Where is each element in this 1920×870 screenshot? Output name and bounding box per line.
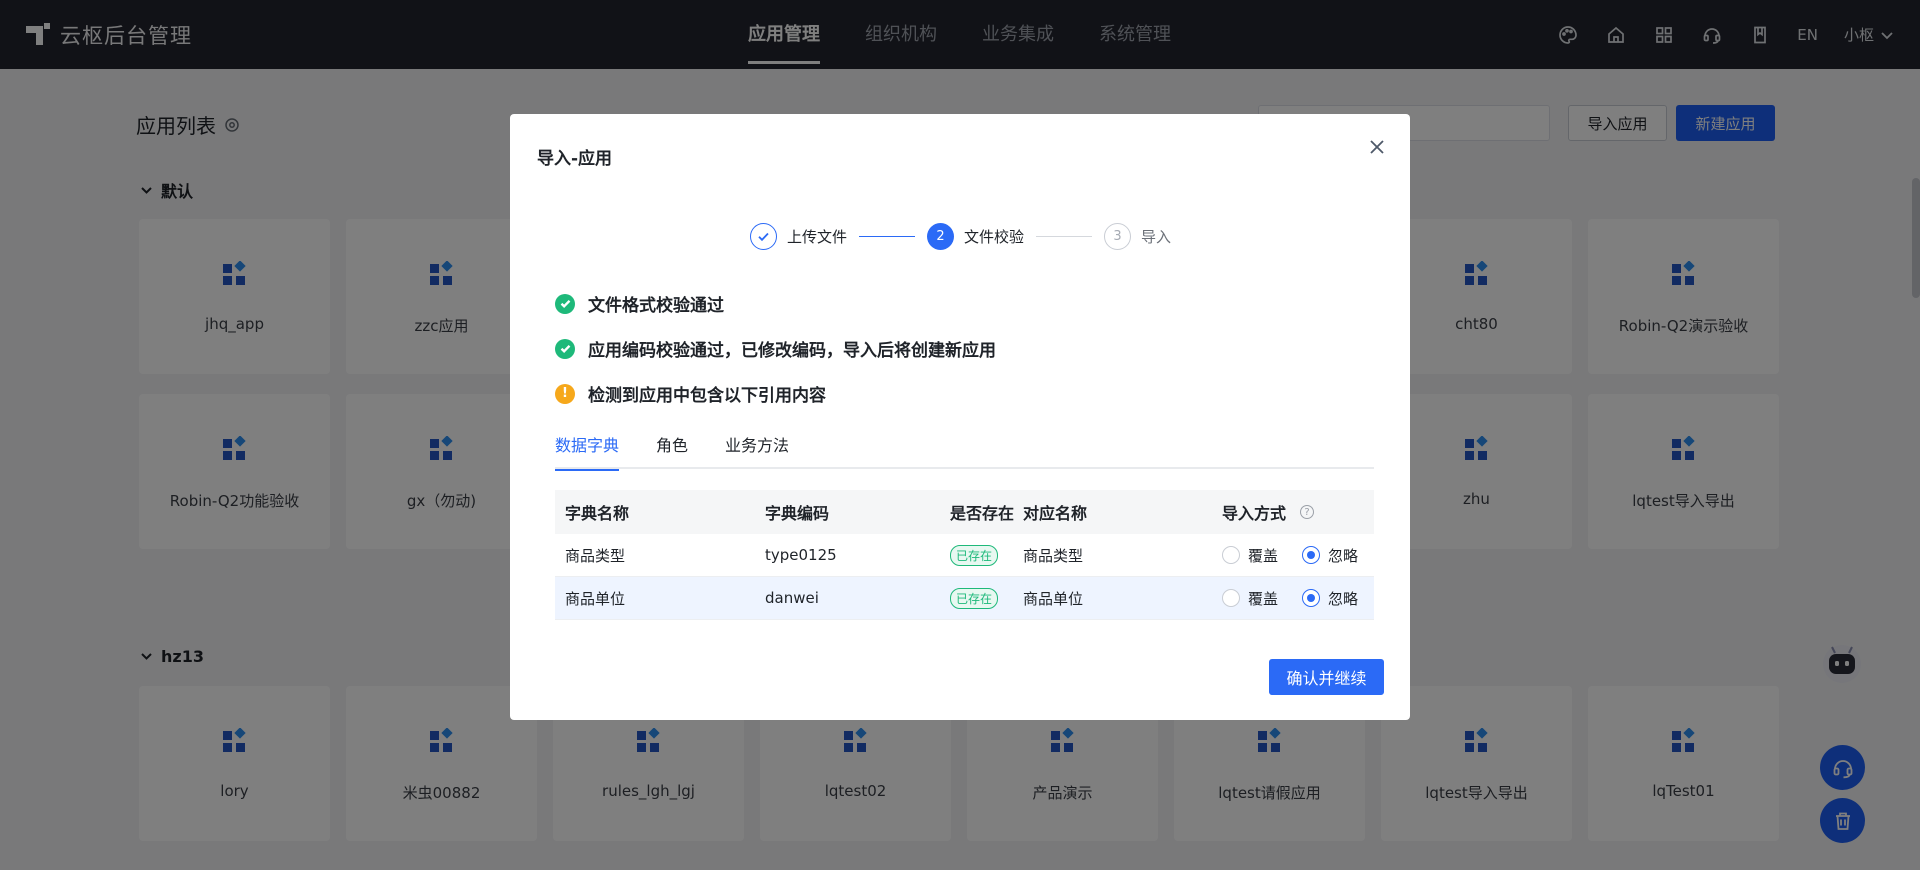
col-dict-name: 字典名称 [565, 504, 630, 523]
step-number: 3 [1104, 222, 1132, 250]
success-icon [555, 338, 575, 359]
check-text: 检测到应用中包含以下引用内容 [588, 386, 826, 406]
check-result-code: 应用编码校验通过，已修改编码，导入后将创建新应用 [555, 336, 996, 361]
reference-tabs: 数据字典 角色 业务方法 [555, 432, 1374, 471]
col-import-mode-label: 导入方式 [1222, 504, 1287, 523]
radio-label: 忽略 [1328, 546, 1359, 565]
dictionary-table: 字典名称 字典编码 是否存在 对应名称 导入方式? 商品类型 type0125 … [555, 490, 1374, 620]
tab-data-dictionary[interactable]: 数据字典 [555, 432, 620, 471]
cell-import-mode: 覆盖 忽略 [1222, 588, 1374, 609]
radio-overwrite[interactable]: 覆盖 [1222, 588, 1278, 609]
warning-icon: ! [555, 383, 575, 404]
radio-label: 覆盖 [1248, 589, 1279, 608]
step-label: 导入 [1141, 227, 1172, 246]
cell-mapped-name: 商品单位 [1023, 589, 1084, 608]
cell-import-mode: 覆盖 忽略 [1222, 545, 1374, 566]
radio-label: 覆盖 [1248, 546, 1279, 565]
check-result-format: 文件格式校验通过 [555, 291, 724, 316]
radio-ignore[interactable]: 忽略 [1302, 588, 1358, 609]
step-label: 文件校验 [964, 227, 1025, 246]
step-done-indicator [750, 222, 777, 250]
cell-dict-name: 商品类型 [565, 546, 626, 565]
step-verify: 2 文件校验 [927, 222, 1025, 250]
cell-dict-code: type0125 [765, 546, 837, 564]
check-result-references: ! 检测到应用中包含以下引用内容 [555, 381, 826, 406]
step-connector [1036, 235, 1093, 237]
tab-business-methods[interactable]: 业务方法 [725, 432, 789, 469]
step-label: 上传文件 [787, 227, 848, 246]
cell-exists: 已存在 [940, 587, 1020, 609]
status-badge: 已存在 [950, 587, 999, 609]
radio-circle [1302, 589, 1321, 607]
import-steps: 上传文件 2 文件校验 3 导入 [750, 222, 1171, 250]
cell-dict-code: danwei [765, 589, 819, 607]
cell-mapped-name: 商品类型 [1023, 546, 1084, 565]
status-badge: 已存在 [950, 544, 999, 566]
import-app-dialog: 导入-应用 上传文件 2 文件校验 3 导入 文件格式校验通过 应用编码校验通过… [510, 114, 1410, 720]
step-connector [859, 235, 916, 237]
table-row: 商品类型 type0125 已存在 商品类型 覆盖 忽略 [555, 534, 1374, 577]
check-icon [758, 232, 769, 241]
check-text: 应用编码校验通过，已修改编码，导入后将创建新应用 [588, 341, 996, 361]
dialog-title: 导入-应用 [537, 149, 613, 169]
confirm-continue-button[interactable]: 确认并继续 [1269, 659, 1384, 695]
close-button[interactable] [1366, 136, 1388, 158]
radio-circle [1302, 546, 1321, 564]
col-dict-code: 字典编码 [765, 504, 830, 523]
cell-dict-name: 商品单位 [565, 589, 626, 608]
radio-circle [1222, 546, 1240, 564]
col-mapped-name: 对应名称 [1023, 504, 1088, 523]
table-row: 商品单位 danwei 已存在 商品单位 覆盖 忽略 [555, 577, 1374, 620]
step-upload: 上传文件 [750, 222, 848, 250]
success-icon [555, 293, 575, 314]
col-import-mode: 导入方式? [1222, 500, 1374, 524]
cell-exists: 已存在 [940, 544, 1020, 566]
col-exists: 是否存在 [950, 504, 1015, 523]
radio-circle [1222, 589, 1240, 607]
radio-label: 忽略 [1328, 589, 1359, 608]
step-import: 3 导入 [1104, 222, 1172, 250]
check-text: 文件格式校验通过 [588, 296, 724, 316]
help-icon[interactable]: ? [1300, 505, 1315, 519]
radio-ignore[interactable]: 忽略 [1302, 545, 1358, 566]
close-icon [1370, 140, 1384, 154]
step-number: 2 [927, 222, 955, 250]
radio-overwrite[interactable]: 覆盖 [1222, 545, 1278, 566]
table-header: 字典名称 字典编码 是否存在 对应名称 导入方式? [555, 490, 1374, 534]
tab-roles[interactable]: 角色 [656, 432, 688, 469]
